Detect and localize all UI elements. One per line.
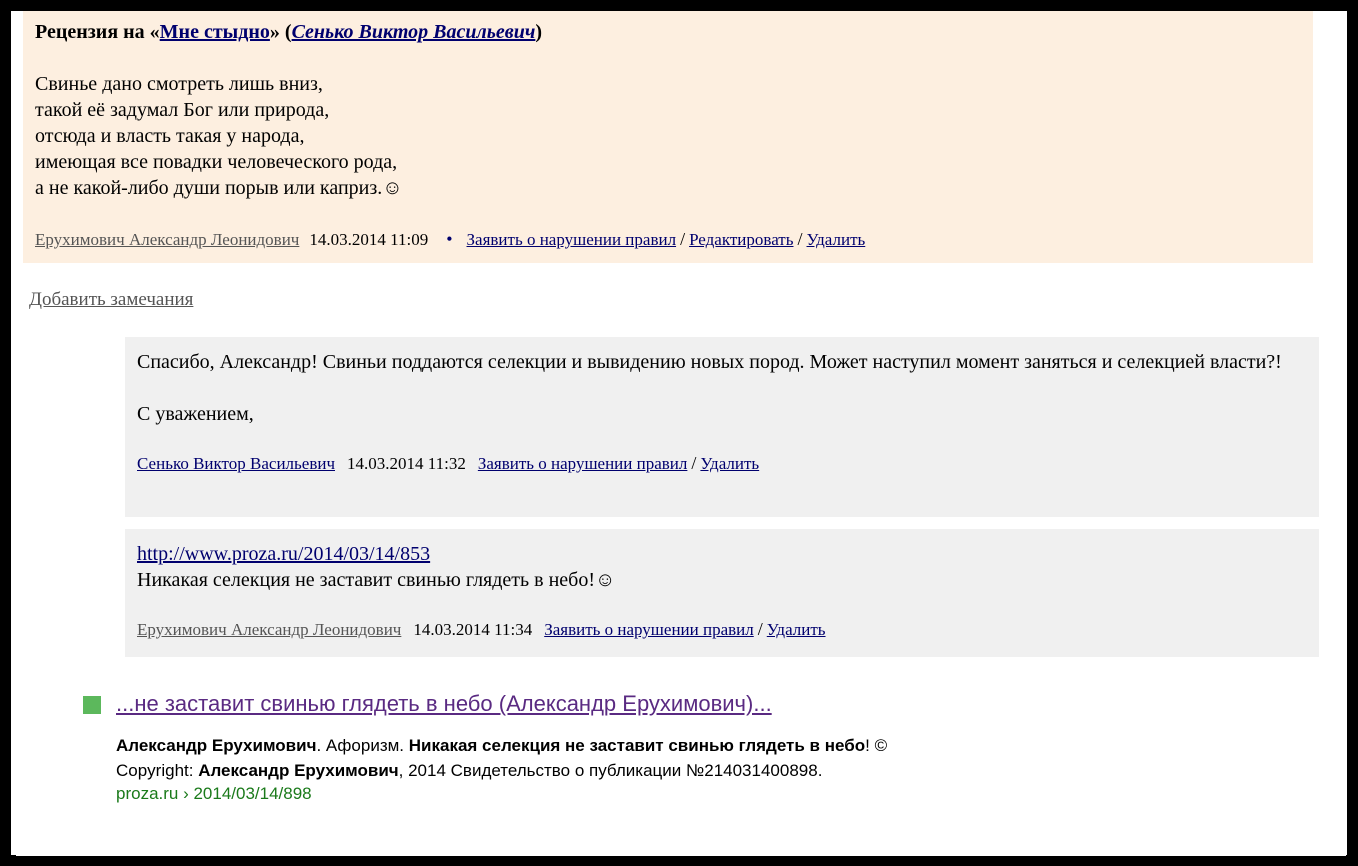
green-square-icon: [83, 696, 101, 714]
review-author-link[interactable]: Ерухимович Александр Леонидович: [35, 230, 299, 249]
reply-text: Никакая селекция не заставит свинью гляд…: [137, 569, 616, 591]
review-mid: » (: [269, 21, 292, 43]
poem-line: Свинье дано смотреть лишь вниз,: [35, 73, 323, 95]
work-author-link[interactable]: Сенько Виктор Васильевич: [292, 21, 536, 43]
reply-author-link[interactable]: Сенько Виктор Васильевич: [137, 454, 335, 473]
add-notes-link[interactable]: Добавить замечания: [29, 289, 193, 311]
delete-link[interactable]: Удалить: [807, 230, 866, 249]
reply-signoff: С уважением,: [137, 403, 254, 425]
snippet-bold: Александр Ерухимович: [116, 736, 317, 755]
snippet-text: ! ©: [865, 736, 888, 755]
link-separator: /: [797, 229, 803, 249]
reply-meta: Ерухимович Александр Леонидович 14.03.201…: [137, 617, 1307, 642]
report-violation-link[interactable]: Заявить о нарушении правил: [467, 230, 677, 249]
search-result-title[interactable]: ...не заставит свинью глядеть в небо (Ал…: [116, 691, 772, 717]
report-violation-link[interactable]: Заявить о нарушении правил: [478, 454, 688, 473]
delete-link[interactable]: Удалить: [767, 620, 826, 639]
delete-link[interactable]: Удалить: [700, 454, 759, 473]
review-date: 14.03.2014 11:09: [309, 230, 429, 249]
snippet-line-2: Copyright: Александр Ерухимович, 2014 Св…: [116, 758, 887, 783]
snippet-text: Copyright:: [116, 761, 199, 780]
snippet-text: . Афоризм.: [316, 736, 409, 755]
proza-link[interactable]: http://www.proza.ru/2014/03/14/853: [137, 543, 430, 565]
reply-meta: Сенько Виктор Васильевич 14.03.2014 11:32…: [137, 451, 1307, 476]
snippet-bold: Никакая селекция не заставит свинью гляд…: [408, 736, 866, 755]
reply-text: Спасибо, Александр! Свиньи поддаются сел…: [137, 351, 1282, 373]
edit-link[interactable]: Редактировать: [689, 230, 793, 249]
page: Рецензия на «Мне стыдно» (Сенько Виктор …: [16, 11, 1346, 856]
poem-line: имеющая все повадки человеческого рода,: [35, 151, 398, 173]
reply-author-link[interactable]: Ерухимович Александр Леонидович: [137, 620, 401, 639]
review-suffix: ): [535, 21, 543, 43]
reply-block-2: http://www.proza.ru/2014/03/14/853 Никак…: [125, 529, 1319, 657]
link-separator: /: [691, 453, 697, 473]
reply-date: 14.03.2014 11:32: [347, 454, 466, 473]
reply-date: 14.03.2014 11:34: [413, 620, 533, 639]
review-meta: Ерухимович Александр Леонидович 14.03.201…: [35, 227, 1301, 252]
poem-line: такой её задумал Бог или природа,: [35, 99, 330, 121]
review-poem: Свинье дано смотреть лишь вниз, такой её…: [35, 71, 1301, 201]
review-block: Рецензия на «Мне стыдно» (Сенько Виктор …: [23, 11, 1313, 263]
review-prefix: Рецензия на «: [35, 21, 160, 43]
link-separator: /: [757, 619, 763, 639]
search-result-url[interactable]: proza.ru › 2014/03/14/898: [116, 784, 312, 804]
report-violation-link[interactable]: Заявить о нарушении правил: [544, 620, 754, 639]
poem-line: отсюда и власть такая у народа,: [35, 125, 305, 147]
snippet-line-1: Александр Ерухимович. Афоризм. Никакая с…: [116, 733, 887, 758]
poem-line: а не какой-либо души порыв или каприз.☺: [35, 177, 403, 199]
search-result-snippet: Александр Ерухимович. Афоризм. Никакая с…: [116, 733, 887, 783]
separator-dot: •: [446, 229, 453, 249]
snippet-text: , 2014 Свидетельство о публикации №21403…: [398, 761, 823, 780]
screen-frame: Рецензия на «Мне стыдно» (Сенько Виктор …: [0, 0, 1358, 866]
content-border: Рецензия на «Мне стыдно» (Сенько Виктор …: [8, 8, 1350, 858]
review-heading: Рецензия на «Мне стыдно» (Сенько Виктор …: [35, 19, 1301, 45]
reply-url-line: http://www.proza.ru/2014/03/14/853: [137, 541, 1307, 567]
snippet-bold: Александр Ерухимович: [198, 761, 399, 780]
link-separator: /: [680, 229, 686, 249]
reply-block-1: Спасибо, Александр! Свиньи поддаются сел…: [125, 337, 1319, 517]
work-title-link[interactable]: Мне стыдно: [160, 21, 270, 43]
